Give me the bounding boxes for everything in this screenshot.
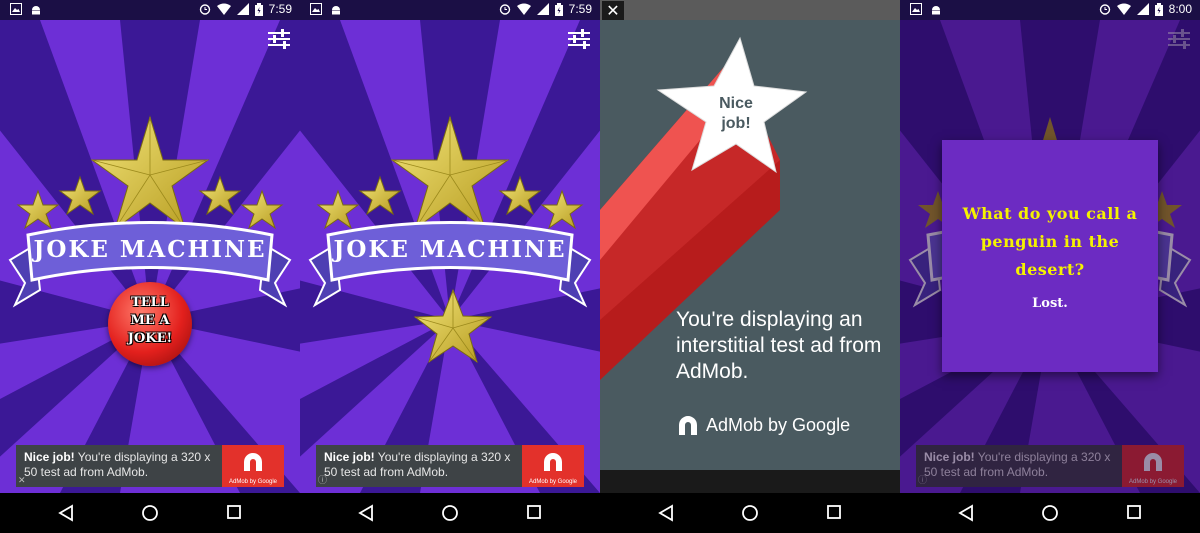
interstitial-message: You're displaying an interstitial test a… [676,308,882,383]
battery-icon [254,2,263,16]
admob-logo-caption: AdMob by Google [528,479,578,485]
tell-me-a-joke-button[interactable]: TELL ME A JOKE! [108,282,192,366]
logo-title: JOKE MACHINE [31,236,266,263]
status-time: 7:59 [568,2,592,16]
joke-button-line1: TELL [131,295,169,310]
alarm-icon [499,4,510,15]
small-star-icon [16,189,60,230]
screen-joke: 8:00 Nice job! You're displaying a 320 x… [900,0,1200,533]
recents-icon[interactable] [526,504,542,520]
interstitial-ad[interactable]: Nice job! You're displaying an interstit… [600,20,900,470]
admob-icon [544,453,562,471]
interstitial-graphic: Nice job! [600,36,808,380]
wifi-icon [216,3,231,15]
battery-icon [554,2,563,16]
joke-button-line2: ME A [130,313,170,328]
status-bar: 8:00 [900,0,1200,20]
image-notification-icon [310,3,322,15]
battery-icon [1154,2,1163,16]
ad-bold-text: Nice job! [24,450,75,464]
home-screen: Nice job! You're displaying a 320 x 50 t… [900,20,1200,493]
joke-dialog[interactable]: What do you call a penguin in the desert… [942,140,1158,372]
recents-icon[interactable] [826,504,842,520]
admob-brand[interactable]: AdMob by Google [676,413,850,437]
star-text-line1: Nice [719,95,753,112]
admob-brand-text: AdMob by Google [706,414,851,435]
android-notification-icon [332,6,340,15]
big-star-icon [90,115,210,231]
admob-logo: AdMob by Google [522,445,584,487]
joke-button-line3: JOKE! [127,331,173,346]
status-time: 8:00 [1168,2,1192,16]
image-notification-icon [10,3,22,15]
status-bar: 7:59 [0,0,300,20]
admob-banner-ad[interactable]: Nice job! You're displaying a 320 x 50 t… [16,445,284,487]
wifi-icon [516,3,531,15]
screen-interstitial-ad: ✕ Nice job! You're displaying an interst… [600,0,900,533]
loading-star-icon [414,288,492,364]
nav-bar [600,493,900,533]
small-star-icon [540,189,584,230]
home-screen: JOKE MACHINE TELL ME A JOKE! Nice job! Y… [0,20,300,493]
wifi-icon [1116,3,1131,15]
home-icon[interactable] [741,504,759,522]
interstitial-top-bar: ✕ [600,0,900,21]
joke-question: What do you call a penguin in the desert… [962,204,1138,279]
back-icon[interactable] [358,504,374,522]
status-time: 7:59 [268,2,292,16]
screen-loading: 7:59 JOKE MACHINE Nice job! You're displ… [300,0,600,533]
nav-bar [300,493,600,533]
home-icon[interactable] [141,504,159,522]
small-star-icon [240,189,284,230]
admob-banner-ad[interactable]: Nice job! You're displaying a 320 x 50 t… [316,445,584,487]
close-icon[interactable]: ✕ [18,475,26,486]
back-icon[interactable] [958,504,974,522]
logo-title: JOKE MACHINE [331,236,566,263]
small-star-icon [198,175,242,216]
home-icon[interactable] [1041,504,1059,522]
status-bar: 7:59 [300,0,600,20]
info-icon[interactable]: ⓘ [318,473,327,486]
signal-icon [536,3,549,15]
small-star-icon [498,175,542,216]
interstitial-bottom-bar [600,470,900,493]
signal-icon [236,3,249,15]
home-screen: JOKE MACHINE Nice job! You're displaying… [300,20,600,493]
ad-bold-text: Nice job! [324,450,375,464]
android-notification-icon [932,6,940,15]
settings-sliders-icon[interactable] [266,27,292,51]
admob-icon [679,416,697,435]
home-icon[interactable] [441,504,459,522]
back-icon[interactable] [58,504,74,522]
alarm-icon [199,4,210,15]
signal-icon [1136,3,1149,15]
star-text-line2: job! [720,115,750,132]
back-icon[interactable] [658,504,674,522]
small-star-icon [316,189,360,230]
image-notification-icon [910,3,922,15]
alarm-icon [1099,4,1110,15]
android-notification-icon [32,6,40,15]
admob-logo: AdMob by Google [222,445,284,487]
settings-sliders-icon[interactable] [566,27,592,51]
admob-icon [244,453,262,471]
big-star-icon [390,115,510,231]
nav-bar [0,493,300,533]
joke-answer: Lost. [1032,296,1068,311]
recents-icon[interactable] [1126,504,1142,520]
screen-home: 7:59 JOKE MACHINE TELL ME A JOKE! Nice j… [0,0,300,533]
small-star-icon [358,175,402,216]
nav-bar [900,493,1200,533]
small-star-icon [58,175,102,216]
recents-icon[interactable] [226,504,242,520]
admob-logo-caption: AdMob by Google [228,479,278,485]
close-button[interactable]: ✕ [602,1,624,21]
